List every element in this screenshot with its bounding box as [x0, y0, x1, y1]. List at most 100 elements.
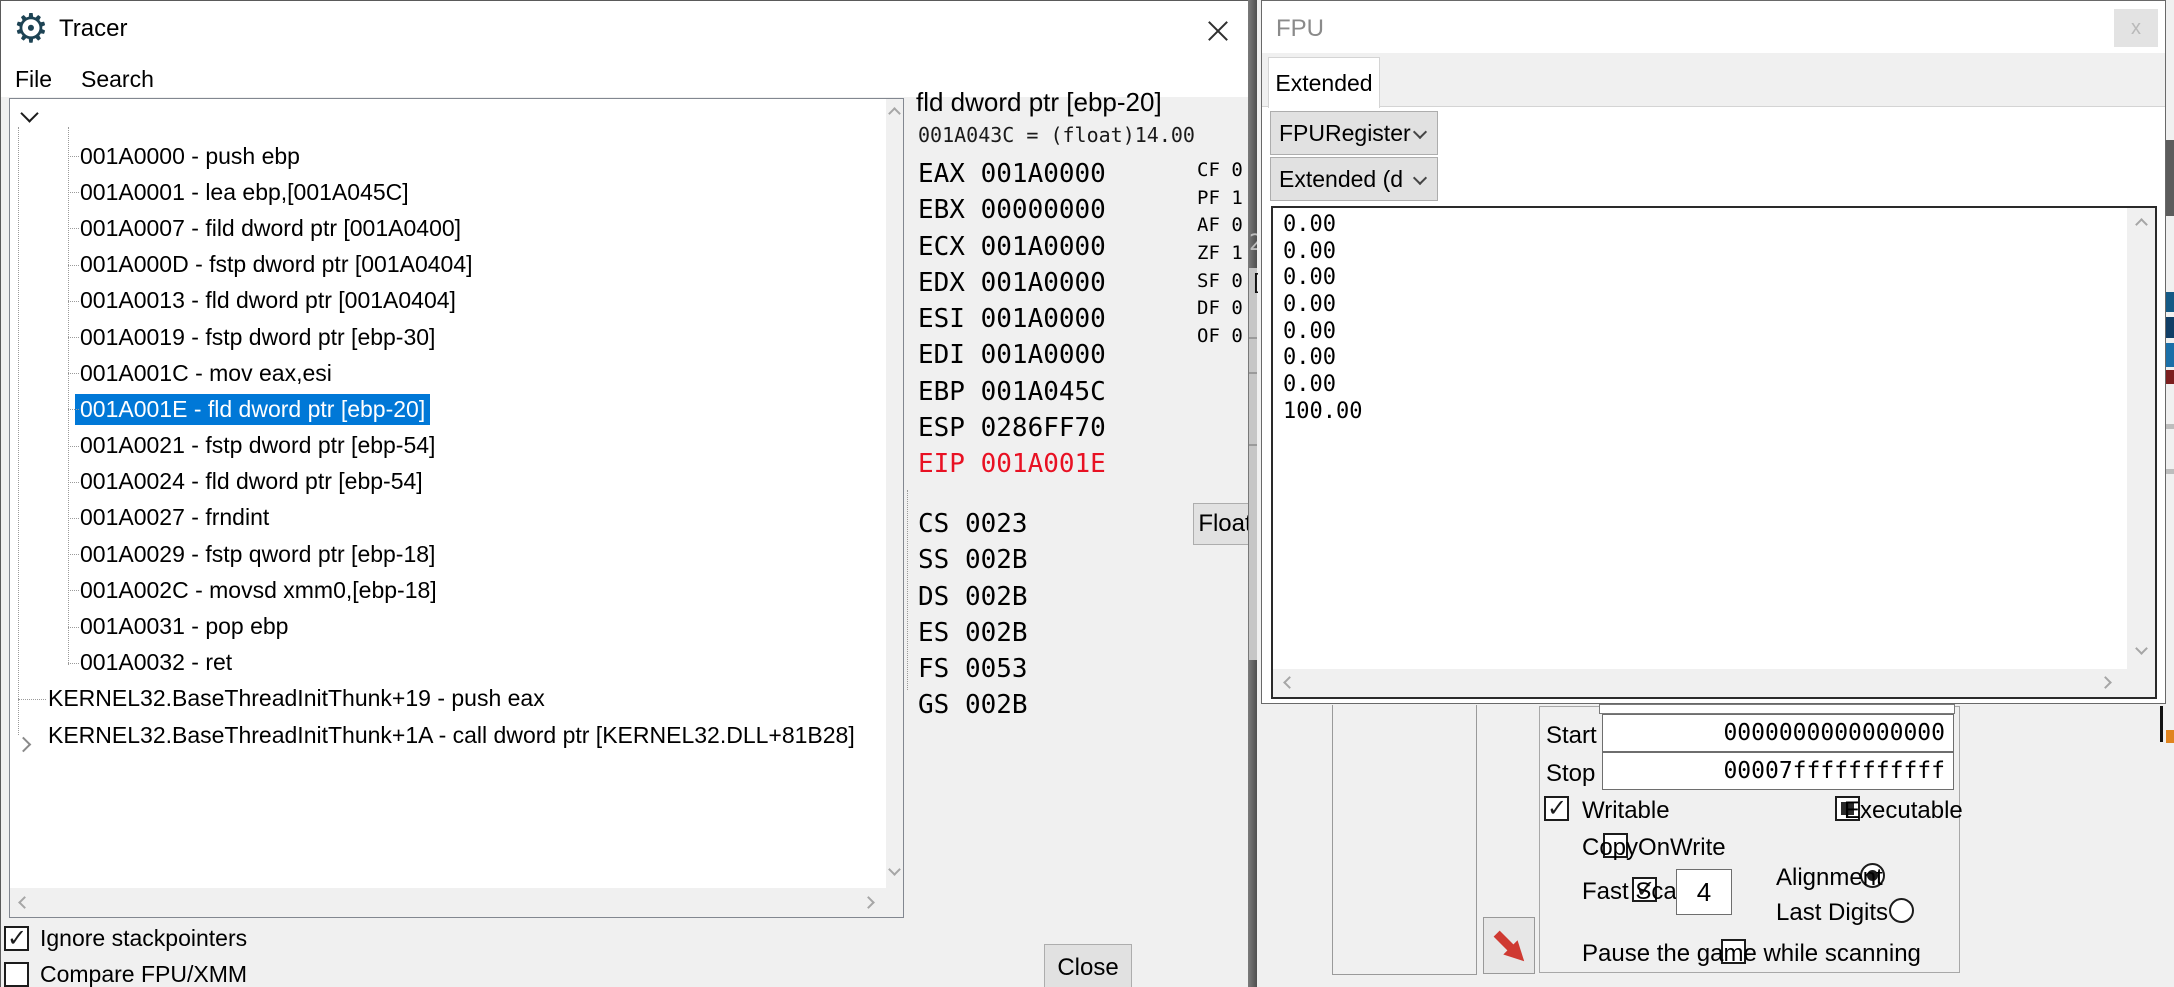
tree-item[interactable]: 001A0000 - push ebp: [10, 138, 886, 174]
collapse-chevron-icon[interactable]: [23, 107, 36, 125]
flag-row: PF 1: [1197, 185, 1243, 213]
tree-item-label: 001A0029 - fstp qword ptr [ebp-18]: [80, 541, 435, 568]
cheat-engine-gear-icon: ⚙: [13, 3, 49, 55]
horizontal-scrollbar[interactable]: [10, 888, 886, 917]
current-instruction: fld dword ptr [ebp-20]: [916, 87, 1162, 118]
tree-item[interactable]: 001A001E - fld dword ptr [ebp-20]: [10, 391, 886, 427]
flag-row: SF 0: [1197, 268, 1243, 296]
start-label: Start: [1546, 722, 1597, 750]
tree-item-label: 001A0024 - fld dword ptr [ebp-54]: [80, 468, 423, 495]
close-icon[interactable]: [1203, 17, 1233, 45]
segment-row: FS 0053: [918, 651, 1028, 687]
tree-item[interactable]: 001A002C - movsd xmm0,[ebp-18]: [10, 572, 886, 608]
copyonwrite-label: CopyOnWrite: [1582, 834, 1726, 862]
option-label: Ignore stackpointers: [40, 925, 247, 952]
vertical-scrollbar[interactable]: [2127, 208, 2155, 669]
tree-item[interactable]: 001A0001 - lea ebp,[001A045C]: [10, 174, 886, 210]
dropdown-value: Extended (d: [1279, 166, 1403, 193]
fast-scan-value-input[interactable]: 4: [1676, 869, 1732, 915]
horizontal-scrollbar[interactable]: [1273, 669, 2127, 697]
option-checkbox[interactable]: [4, 962, 29, 987]
tree-item[interactable]: 001A0021 - fstp dword ptr [ebp-54]: [10, 428, 886, 464]
tab-extended[interactable]: Extended: [1268, 57, 1380, 108]
tree-item[interactable]: 001A0013 - fld dword ptr [001A0404]: [10, 283, 886, 319]
tree-item-label: 001A0000 - push ebp: [80, 143, 300, 170]
stop-label: Stop: [1546, 760, 1595, 788]
register-row: EDX 001A0000: [918, 265, 1106, 301]
tree-item[interactable]: 001A0007 - fild dword ptr [001A0400]: [10, 210, 886, 246]
fpu-value: 0.00: [1283, 372, 1362, 399]
fpu-value: 0.00: [1283, 212, 1362, 239]
edge-fragment: [1249, 444, 1257, 446]
pause-scan-label: Pause the game while scanning: [1582, 940, 1921, 968]
fpu-values-list[interactable]: 0.000.000.000.000.000.000.00100.00: [1271, 206, 2157, 699]
register-row: EBX 00000000: [918, 192, 1106, 228]
option-checkbox[interactable]: [4, 926, 29, 951]
edge-fragment: [2166, 424, 2174, 429]
start-input[interactable]: 0000000000000000: [1602, 714, 1954, 752]
vertical-scrollbar[interactable]: [886, 99, 903, 888]
instruction-annotation: 001A043C = (float)14.00: [918, 123, 1195, 147]
background-panel: [1332, 705, 1477, 975]
segment-row: GS 002B: [918, 687, 1028, 723]
register-row: EDI 001A0000: [918, 337, 1106, 373]
tree-item[interactable]: 001A0027 - frndint: [10, 500, 886, 536]
tree-item[interactable]: 001A0029 - fstp qword ptr [ebp-18]: [10, 536, 886, 572]
stop-value: 00007fffffffffff: [1723, 758, 1945, 784]
tree-item-label: 001A002C - movsd xmm0,[ebp-18]: [80, 577, 437, 604]
trace-tree-listbox[interactable]: 001A0000 - push ebp 001A0001 - lea ebp,[0…: [9, 98, 904, 918]
menu-file[interactable]: File: [9, 63, 58, 95]
expand-chevron-icon[interactable]: [18, 729, 29, 756]
fpu-format-dropdown[interactable]: Extended (d: [1270, 157, 1438, 201]
menu-search[interactable]: Search: [75, 63, 160, 95]
edge-fragment: [2166, 317, 2174, 338]
clipped-edit-fragment: [1599, 704, 1955, 714]
panel-divider: [907, 490, 908, 690]
tree-item[interactable]: 001A000D - fstp dword ptr [001A0404]: [10, 247, 886, 283]
tree-item-label: 001A0031 - pop ebp: [80, 613, 288, 640]
edge-fragment: [2166, 140, 2174, 216]
tree-item[interactable]: 001A0031 - pop ebp: [10, 608, 886, 644]
register-row: EIP 001A001E: [918, 446, 1106, 482]
tree-item[interactable]: 001A001C - mov eax,esi: [10, 355, 886, 391]
window-title: Tracer: [59, 15, 127, 43]
tree-item-label: 001A0001 - lea ebp,[001A045C]: [80, 179, 409, 206]
fpu-value: 0.00: [1283, 345, 1362, 372]
edge-fragment: [2166, 469, 2174, 474]
stop-input[interactable]: 00007fffffffffff: [1602, 752, 1954, 790]
register-row: ECX 001A0000: [918, 229, 1106, 265]
flag-row: DF 0: [1197, 295, 1243, 323]
tree-item[interactable]: 001A0024 - fld dword ptr [ebp-54]: [10, 464, 886, 500]
dropdown-value: FPURegister: [1279, 120, 1411, 147]
tree-item[interactable]: 001A0019 - fstp dword ptr [ebp-30]: [10, 319, 886, 355]
tree-item-label: 001A0021 - fstp dword ptr [ebp-54]: [80, 432, 435, 459]
start-value: 0000000000000000: [1723, 720, 1945, 746]
segment-row: ES 002B: [918, 615, 1028, 651]
fpu-value: 100.00: [1283, 399, 1362, 426]
writable-checkbox[interactable]: [1544, 796, 1569, 821]
tree-item[interactable]: KERNEL32.BaseThreadInitThunk+1A - call d…: [10, 717, 886, 753]
tree-item[interactable]: 001A0032 - ret: [10, 645, 886, 681]
tree-item[interactable]: KERNEL32.BaseThreadInitThunk+19 - push e…: [10, 681, 886, 717]
register-row: EBP 001A045C: [918, 374, 1106, 410]
option-label: Compare FPU/XMM: [40, 961, 247, 987]
red-arrow-icon: [1490, 927, 1528, 965]
edge-fragment: [: [1250, 271, 1258, 297]
register-list: EAX 001A0000EBX 00000000ECX 001A0000EDX …: [918, 156, 1106, 483]
tree-item-label: 001A001E - fld dword ptr [ebp-20]: [75, 394, 430, 425]
tracer-window: ⚙ Tracer File Search 001A0000 - push ebp…: [0, 0, 1257, 987]
attach-process-button[interactable]: [1483, 917, 1535, 974]
fpu-register-dropdown[interactable]: FPURegister: [1270, 111, 1438, 155]
fpu-value: 0.00: [1283, 265, 1362, 292]
fpu-window: FPU x Extended FPURegister Extended (d 0…: [1261, 0, 2166, 704]
tree-item-label: 001A000D - fstp dword ptr [001A0404]: [80, 251, 473, 278]
close-icon[interactable]: x: [2114, 9, 2158, 47]
alignment-label: Alignment: [1776, 864, 1883, 892]
flag-row: OF 0: [1197, 323, 1243, 351]
close-button[interactable]: Close: [1044, 944, 1132, 987]
flag-row: CF 0: [1197, 157, 1243, 185]
tracer-options: Ignore stackpointers Compare FPU/XMM: [4, 920, 247, 987]
scrollbar-corner: [2127, 669, 2155, 697]
tracer-titlebar[interactable]: ⚙ Tracer: [1, 1, 1249, 59]
tree-item-label: 001A001C - mov eax,esi: [80, 360, 332, 387]
